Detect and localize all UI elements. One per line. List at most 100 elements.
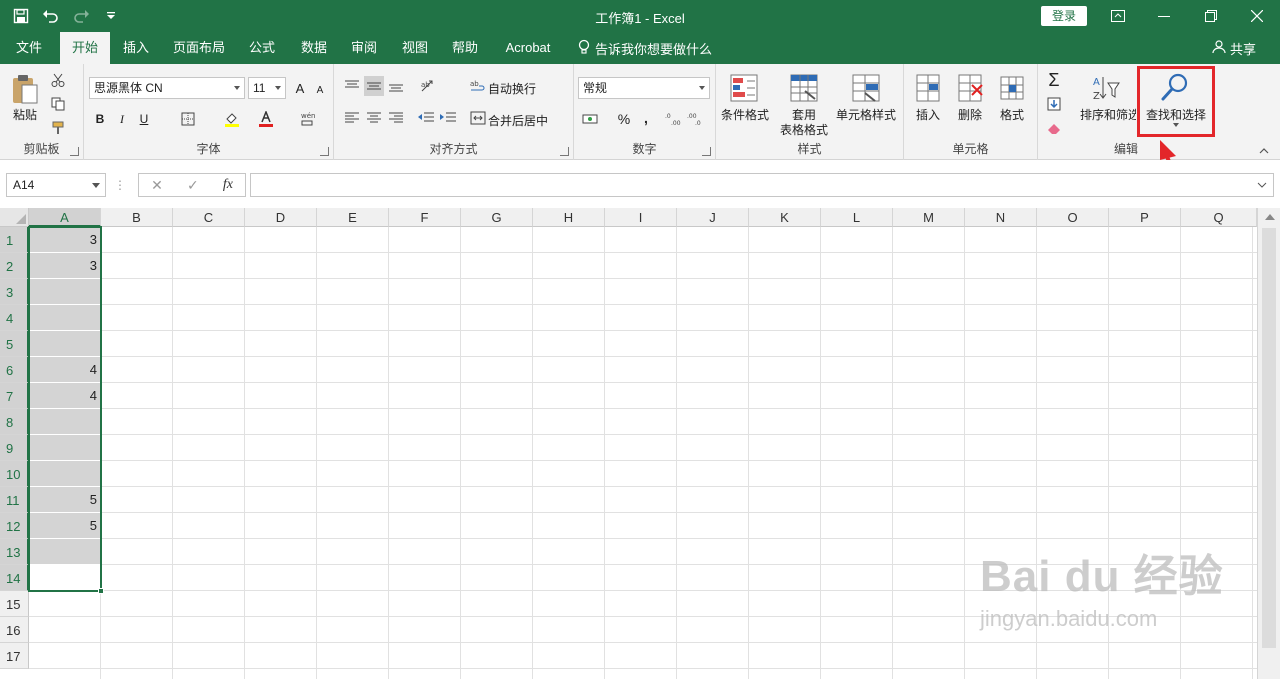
column-header-k[interactable]: K — [749, 208, 821, 227]
sort-filter-icon[interactable]: AZ — [1090, 72, 1122, 104]
row-header-9[interactable]: 9 — [0, 435, 29, 461]
wrap-text-icon[interactable]: ab — [468, 76, 488, 96]
clear-icon[interactable] — [1044, 118, 1064, 138]
format-cells-label[interactable]: 格式 — [996, 106, 1028, 123]
collapse-ribbon-icon[interactable] — [1258, 146, 1270, 156]
row-header-5[interactable]: 5 — [0, 331, 29, 357]
number-launcher-icon[interactable] — [702, 147, 711, 156]
vertical-scrollbar[interactable] — [1257, 208, 1280, 679]
row-header-1[interactable]: 1 — [0, 227, 29, 253]
insert-cells-label[interactable]: 插入 — [912, 106, 944, 123]
minimize-icon[interactable] — [1141, 0, 1187, 32]
share-button[interactable]: 共享 — [1212, 32, 1256, 64]
column-header-m[interactable]: M — [893, 208, 965, 227]
autosum-icon[interactable]: Σ — [1044, 70, 1064, 90]
column-header-e[interactable]: E — [317, 208, 389, 227]
borders-icon[interactable] — [178, 109, 198, 129]
row-header-6[interactable]: 6 — [0, 357, 29, 383]
decrease-decimal-icon[interactable]: .00.0 — [686, 109, 706, 129]
tab-help[interactable]: 帮助 — [443, 32, 487, 64]
cancel-entry-icon[interactable]: ✕ — [151, 177, 163, 194]
formula-bar-grip-icon[interactable]: ⋮ — [114, 176, 126, 194]
font-size-combo[interactable]: 11 — [248, 77, 286, 99]
wrap-text-label[interactable]: 自动换行 — [488, 80, 536, 97]
save-icon[interactable] — [8, 4, 34, 28]
row-header-12[interactable]: 12 — [0, 513, 29, 539]
tab-file[interactable]: 文件 — [6, 32, 52, 64]
insert-function-button[interactable]: fx — [223, 177, 233, 193]
format-cells-icon[interactable] — [996, 72, 1028, 104]
column-header-l[interactable]: L — [821, 208, 893, 227]
align-top-icon[interactable] — [342, 76, 362, 96]
conditional-format-icon[interactable] — [728, 72, 760, 104]
delete-cells-icon[interactable] — [954, 72, 986, 104]
comma-button[interactable]: , — [636, 108, 656, 128]
increase-indent-icon[interactable] — [438, 108, 458, 128]
delete-cells-label[interactable]: 删除 — [954, 106, 986, 123]
align-center-icon[interactable] — [364, 108, 384, 128]
formula-input[interactable] — [250, 173, 1274, 197]
copy-icon[interactable] — [48, 94, 68, 114]
row-header-17[interactable]: 17 — [0, 643, 29, 669]
insert-cells-icon[interactable] — [912, 72, 944, 104]
scroll-thumb[interactable] — [1262, 228, 1276, 648]
shrink-font-button[interactable]: A — [310, 80, 330, 100]
row-header-10[interactable]: 10 — [0, 461, 29, 487]
tab-acrobat[interactable]: Acrobat — [496, 32, 560, 64]
tab-review[interactable]: 审阅 — [342, 32, 386, 64]
undo-icon[interactable] — [38, 4, 64, 28]
expand-formula-bar-icon[interactable] — [1257, 182, 1267, 188]
row-header-16[interactable]: 16 — [0, 617, 29, 643]
format-as-table-label-2[interactable]: 表格格式 — [772, 121, 836, 138]
conditional-format-label[interactable]: 条件格式 — [720, 106, 770, 123]
font-name-combo[interactable]: 思源黑体 CN — [89, 77, 245, 99]
column-header-f[interactable]: F — [389, 208, 461, 227]
tab-formulas[interactable]: 公式 — [240, 32, 284, 64]
format-as-table-icon[interactable] — [788, 72, 820, 104]
confirm-entry-icon[interactable]: ✓ — [187, 177, 199, 194]
phonetic-icon[interactable]: wén — [298, 109, 318, 129]
column-header-o[interactable]: O — [1037, 208, 1109, 227]
paste-label[interactable]: 粘贴 — [10, 106, 40, 123]
italic-button[interactable]: I — [112, 109, 132, 129]
close-icon[interactable] — [1234, 0, 1280, 32]
merge-center-label[interactable]: 合并后居中 — [488, 112, 548, 129]
ribbon-display-options-icon[interactable] — [1095, 0, 1141, 32]
underline-button[interactable]: U — [134, 109, 154, 129]
login-button[interactable]: 登录 — [1041, 6, 1087, 26]
row-header-8[interactable]: 8 — [0, 409, 29, 435]
column-header-h[interactable]: H — [533, 208, 605, 227]
row-header-4[interactable]: 4 — [0, 305, 29, 331]
column-header-i[interactable]: I — [605, 208, 677, 227]
column-header-p[interactable]: P — [1109, 208, 1181, 227]
column-header-c[interactable]: C — [173, 208, 245, 227]
row-header-15[interactable]: 15 — [0, 591, 29, 617]
cell-styles-label[interactable]: 单元格样式 — [834, 106, 898, 123]
restore-icon[interactable] — [1188, 0, 1234, 32]
row-header-2[interactable]: 2 — [0, 253, 29, 279]
accounting-format-icon[interactable] — [580, 109, 600, 129]
tab-page-layout[interactable]: 页面布局 — [166, 32, 232, 64]
sort-filter-label[interactable]: 排序和筛选 — [1080, 106, 1136, 123]
name-box[interactable]: A14 — [6, 173, 106, 197]
orientation-icon[interactable]: ab — [418, 76, 438, 96]
align-right-icon[interactable] — [386, 108, 406, 128]
number-format-combo[interactable]: 常规 — [578, 77, 710, 99]
clipboard-launcher-icon[interactable] — [70, 147, 79, 156]
customize-qat-icon[interactable] — [98, 4, 124, 28]
tab-insert[interactable]: 插入 — [114, 32, 158, 64]
cut-icon[interactable] — [48, 70, 68, 90]
align-bottom-icon[interactable] — [386, 76, 406, 96]
percent-button[interactable]: % — [614, 109, 634, 129]
row-header-14[interactable]: 14 — [0, 565, 29, 591]
column-header-a[interactable]: A — [29, 208, 101, 227]
fill-handle[interactable] — [98, 588, 104, 594]
tell-me-search[interactable]: 告诉我你想要做什么 — [578, 32, 712, 64]
column-header-j[interactable]: J — [677, 208, 749, 227]
column-header-n[interactable]: N — [965, 208, 1037, 227]
tab-data[interactable]: 数据 — [292, 32, 336, 64]
column-header-b[interactable]: B — [101, 208, 173, 227]
align-left-icon[interactable] — [342, 108, 362, 128]
fill-icon[interactable] — [1044, 94, 1064, 114]
align-middle-icon[interactable] — [364, 76, 384, 96]
